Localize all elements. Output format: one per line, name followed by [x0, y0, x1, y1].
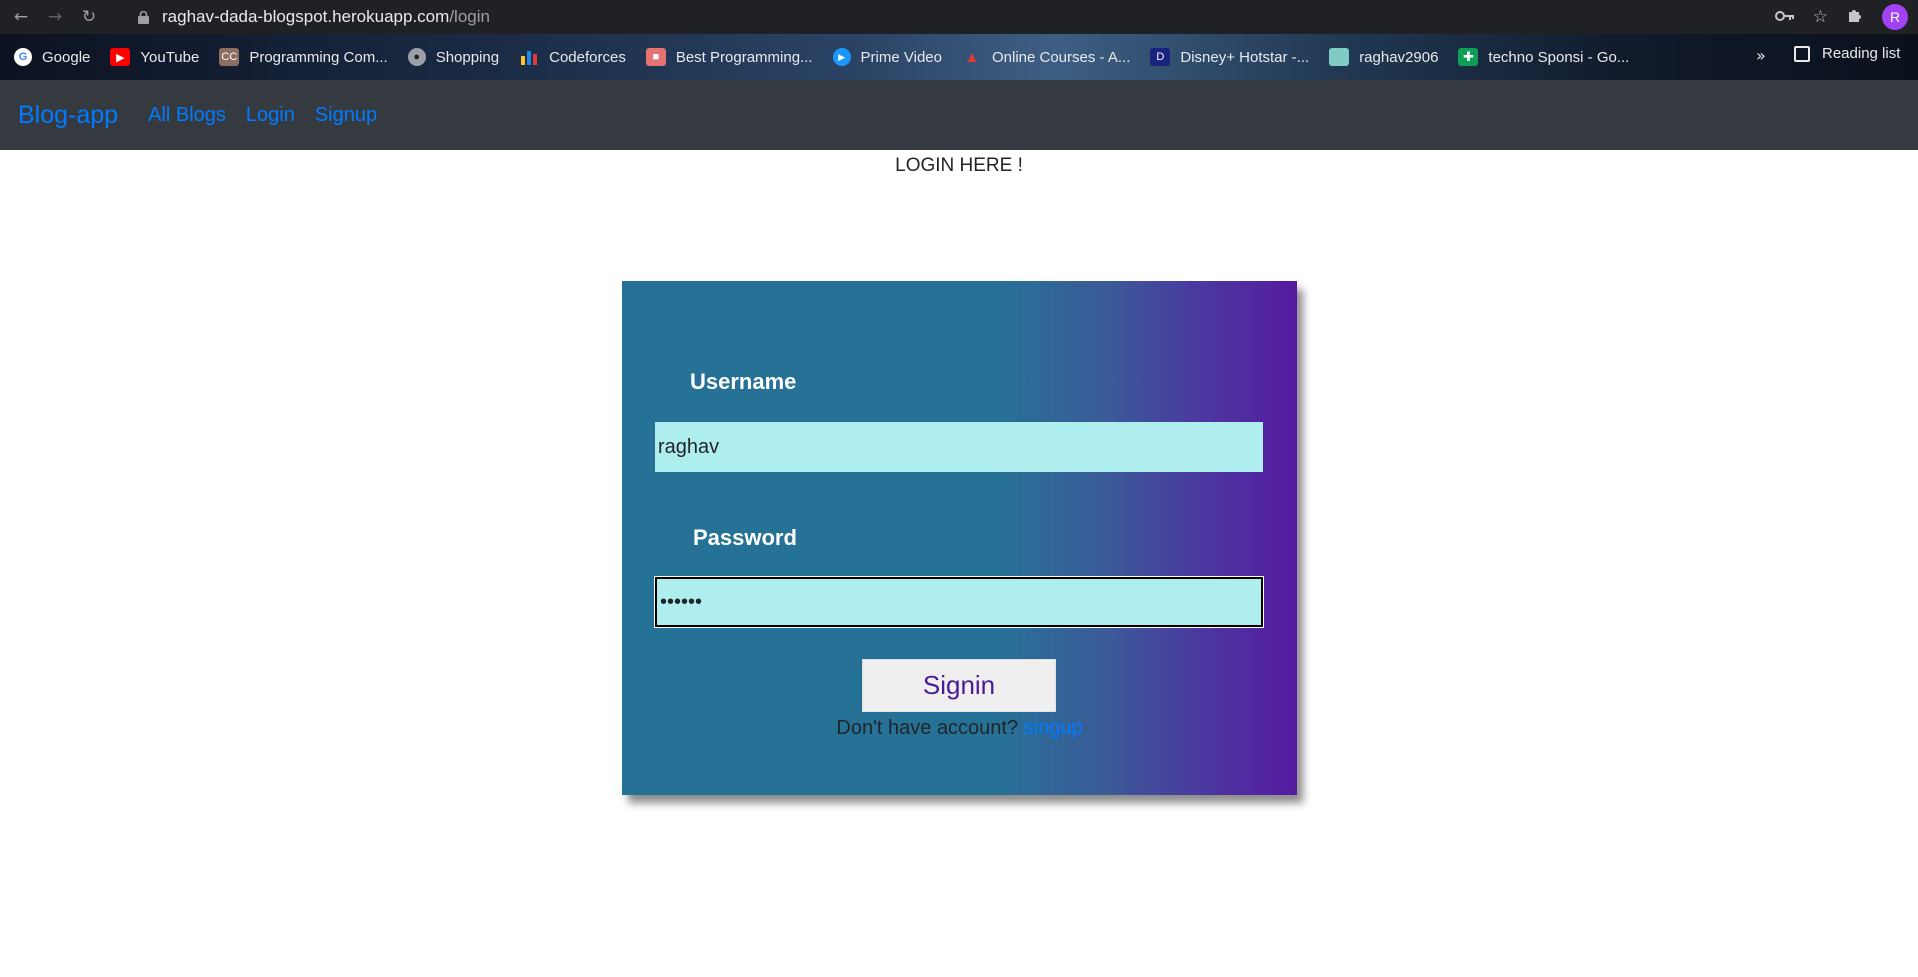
username-input[interactable]	[655, 422, 1263, 472]
forward-arrow-icon[interactable]: →	[42, 4, 68, 30]
bookmark-item[interactable]: G Google	[14, 48, 90, 66]
nav-link-all-blogs[interactable]: All Blogs	[148, 104, 226, 127]
bookmark-item[interactable]: ▲ Online Courses - A...	[962, 48, 1131, 66]
url-path: /login	[449, 7, 490, 26]
bookmark-item[interactable]: ■ Best Programming...	[645, 48, 813, 66]
reading-list-button[interactable]: Reading list	[1794, 45, 1900, 62]
youtube-icon: ▶	[110, 48, 131, 66]
nav-link-signup[interactable]: Signup	[315, 104, 377, 127]
codeforces-icon	[519, 48, 539, 66]
signin-button[interactable]: Signin	[862, 659, 1056, 712]
bookmark-item[interactable]: raghav2906	[1329, 48, 1438, 66]
password-input[interactable]	[654, 576, 1264, 628]
more-bookmarks-icon[interactable]: »	[1756, 46, 1766, 65]
back-arrow-icon[interactable]: ←	[8, 4, 34, 30]
globe-icon: ●	[407, 48, 426, 66]
brand-link[interactable]: Blog-app	[18, 101, 118, 130]
bookmark-item[interactable]: CC Programming Com...	[219, 48, 388, 66]
browser-toolbar: ← → ↻ raghav-dada-blogspot.herokuapp.com…	[0, 0, 1918, 34]
bookmark-item[interactable]: ✚ techno Sponsi - Go...	[1458, 48, 1629, 66]
key-icon[interactable]	[1774, 7, 1795, 27]
bookmark-item[interactable]: ● Shopping	[407, 48, 499, 66]
bookmark-item[interactable]: D Disney+ Hotstar -...	[1150, 48, 1309, 66]
profile-avatar[interactable]: R	[1882, 4, 1908, 30]
app-navbar: Blog-app All Blogs Login Signup	[0, 80, 1918, 150]
sheets-icon: ✚	[1458, 48, 1479, 66]
page-title: LOGIN HERE !	[895, 155, 1023, 176]
url-host: raghav-dada-blogspot.herokuapp.com	[162, 7, 450, 26]
nav-link-login[interactable]: Login	[246, 104, 295, 127]
bookmark-item[interactable]: ▶ YouTube	[110, 48, 199, 66]
cc-icon: CC	[219, 48, 240, 66]
reload-icon[interactable]: ↻	[76, 4, 102, 30]
lock-icon	[136, 10, 150, 24]
signup-prompt: Don't have account? singup	[622, 717, 1297, 740]
cube-icon: ■	[645, 48, 666, 66]
bookmark-item[interactable]: ▶ Prime Video	[832, 48, 942, 66]
username-label: Username	[690, 369, 797, 394]
google-icon: G	[14, 48, 32, 66]
bookmarks-bar: G Google ▶ YouTube CC Programming Com...…	[0, 34, 1918, 80]
address-bar[interactable]: raghav-dada-blogspot.herokuapp.com/login	[136, 3, 1696, 31]
extensions-icon[interactable]	[1846, 6, 1864, 29]
profile-image-icon	[1329, 48, 1350, 66]
bookmark-item[interactable]: Codeforces	[519, 48, 626, 66]
no-account-text: Don't have account?	[836, 717, 1019, 739]
star-icon[interactable]: ☆	[1813, 7, 1828, 27]
login-card: Username Password Signin Don't have acco…	[622, 281, 1297, 795]
password-label: Password	[693, 525, 797, 550]
prime-video-icon: ▶	[832, 48, 851, 66]
signup-link[interactable]: singup	[1024, 717, 1083, 739]
hotstar-icon: D	[1150, 48, 1171, 66]
reading-list-icon	[1794, 45, 1810, 62]
coursera-icon: ▲	[964, 48, 980, 66]
